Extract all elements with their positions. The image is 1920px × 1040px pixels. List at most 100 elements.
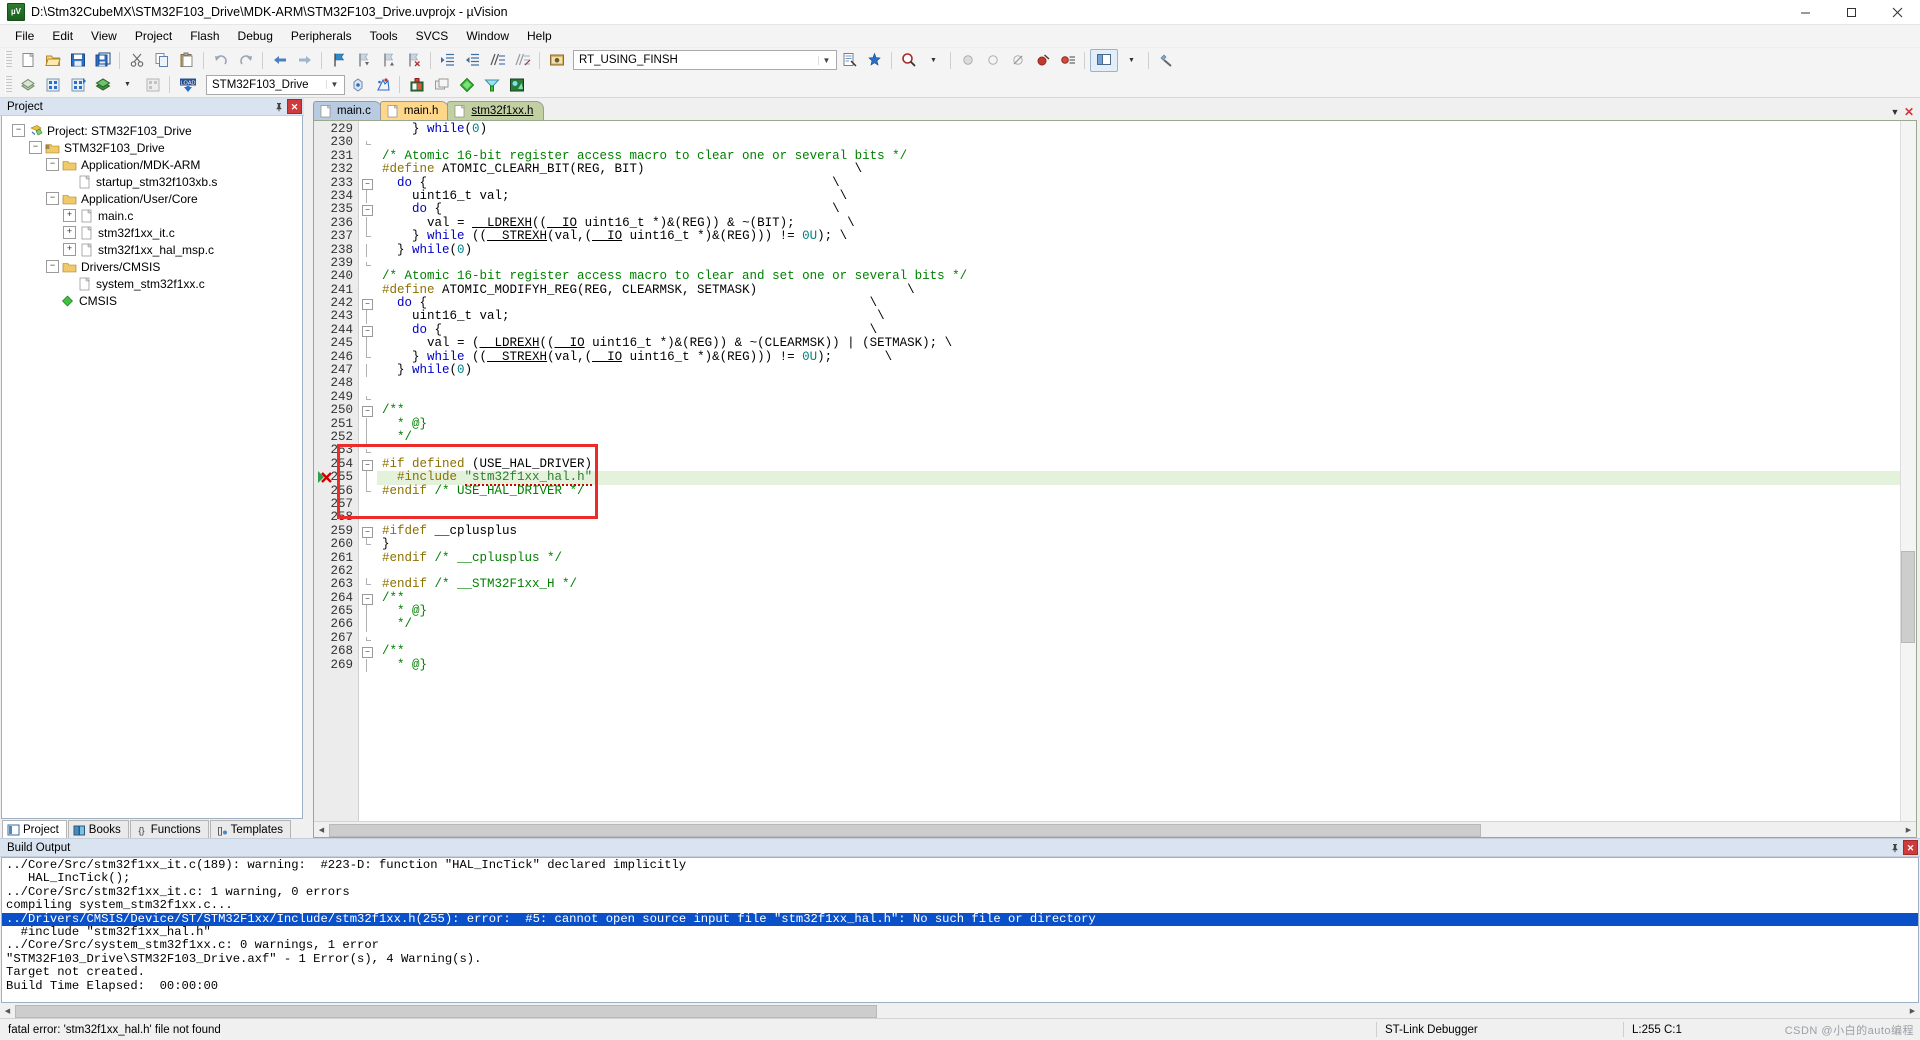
code-line[interactable]: /**: [377, 591, 1916, 605]
bookmark-prev-icon[interactable]: [352, 49, 375, 72]
editor-vertical-scrollbar[interactable]: [1900, 121, 1916, 821]
magnifier-dropdown-icon[interactable]: ▼: [922, 49, 945, 72]
translate-icon[interactable]: [16, 73, 39, 96]
target-options-icon[interactable]: [545, 49, 568, 72]
configure-flash-tools-icon[interactable]: [505, 73, 528, 96]
tab-project[interactable]: Project: [2, 820, 67, 838]
tree-node-file-hal-msp[interactable]: + stm32f1xx_hal_msp.c: [8, 241, 302, 258]
tree-node-file-system[interactable]: system_stm32f1xx.c: [8, 275, 302, 292]
code-line[interactable]: /**: [377, 645, 1916, 658]
tab-templates[interactable]: [] Templates: [209, 820, 292, 838]
build-output-text[interactable]: ../Core/Src/stm32f1xx_it.c(189): warning…: [1, 857, 1919, 1003]
tree-node-group-user-core[interactable]: − Application/User/Core: [8, 190, 302, 207]
uncomment-icon[interactable]: [511, 49, 534, 72]
editor-tab-main-h[interactable]: main.h: [379, 101, 450, 120]
scroll-left-icon[interactable]: ◀: [0, 1004, 15, 1017]
scroll-right-icon[interactable]: ▶: [1901, 823, 1916, 836]
code-line[interactable]: do { \: [377, 202, 1916, 216]
fold-marker[interactable]: −: [359, 645, 377, 659]
tab-books[interactable]: Books: [67, 820, 129, 838]
scrollbar-thumb[interactable]: [329, 824, 1481, 837]
build-output-line[interactable]: Build Time Elapsed: 00:00:00: [2, 979, 1918, 993]
menu-flash[interactable]: Flash: [181, 26, 228, 46]
code-line[interactable]: #endif /* __cplusplus */: [377, 551, 1916, 565]
window-layout-icon[interactable]: [1090, 48, 1118, 72]
project-combo[interactable]: STM32F103_Drive ▼: [206, 74, 345, 95]
menu-peripherals[interactable]: Peripherals: [282, 26, 361, 46]
build-output-horizontal-scrollbar[interactable]: ◀ ▶: [0, 1003, 1920, 1018]
fold-margin[interactable]: − − − − − − − − −: [359, 121, 377, 821]
code-line[interactable]: /* Atomic 16-bit register access macro t…: [377, 149, 1916, 163]
minimize-button[interactable]: [1782, 0, 1828, 24]
code-line[interactable]: [377, 511, 1916, 524]
menu-debug[interactable]: Debug: [229, 26, 282, 46]
editor-tab-list-icon[interactable]: ▼: [1888, 105, 1902, 119]
tree-node-file-it[interactable]: + stm32f1xx_it.c: [8, 224, 302, 241]
stop-build-icon[interactable]: [141, 73, 164, 96]
bookmark-clear-icon[interactable]: [402, 49, 425, 72]
fold-marker[interactable]: −: [359, 177, 377, 190]
breakpoint-grey2-icon[interactable]: [981, 49, 1004, 72]
maximize-button[interactable]: [1828, 0, 1874, 24]
tree-node-file-mainc[interactable]: + main.c: [8, 207, 302, 224]
scroll-left-icon[interactable]: ◀: [314, 823, 329, 836]
pin-icon[interactable]: [1888, 841, 1901, 854]
navigate-forward-icon[interactable]: [293, 49, 316, 72]
manage-project-items-icon[interactable]: [371, 73, 394, 96]
build-output-line[interactable]: "STM32F103_Drive\STM32F103_Drive.axf" - …: [2, 952, 1918, 966]
code-line[interactable]: * @}: [377, 604, 1916, 618]
toolbar-grip[interactable]: [5, 51, 12, 69]
rebuild-icon[interactable]: [66, 73, 89, 96]
code-line[interactable]: } while ((__STREXH(val,(__IO uint16_t *)…: [377, 229, 1916, 243]
copy-icon[interactable]: [150, 49, 173, 72]
scrollbar-thumb[interactable]: [1901, 551, 1915, 643]
menu-view[interactable]: View: [82, 26, 126, 46]
editor-tab-main-c[interactable]: main.c: [313, 101, 382, 120]
fold-marker[interactable]: −: [359, 592, 377, 605]
expander-icon[interactable]: −: [46, 260, 59, 273]
code-line[interactable]: #endif /* __STM32F1xx_H */: [377, 578, 1916, 591]
fold-marker[interactable]: −: [359, 525, 377, 538]
fold-marker[interactable]: −: [359, 297, 377, 311]
code-line[interactable]: do { \: [377, 296, 1916, 310]
redo-icon[interactable]: [234, 49, 257, 72]
code-line[interactable]: */: [377, 430, 1916, 444]
editor-horizontal-scrollbar[interactable]: ◀ ▶: [314, 821, 1916, 837]
menu-tools[interactable]: Tools: [361, 26, 407, 46]
tab-functions[interactable]: {} Functions: [129, 820, 209, 838]
scroll-track[interactable]: [15, 1004, 1905, 1018]
editor-tab-close-icon[interactable]: ✕: [1902, 105, 1916, 119]
code-line[interactable]: [377, 391, 1916, 404]
tree-node-project[interactable]: − Project: STM32F103_Drive: [8, 122, 302, 139]
target-options-icon-2[interactable]: [405, 73, 428, 96]
pack-installer-icon[interactable]: [480, 73, 503, 96]
build-output-line[interactable]: #include "stm32f1xx_hal.h": [2, 925, 1918, 939]
expander-icon[interactable]: −: [46, 192, 59, 205]
expander-icon[interactable]: +: [63, 243, 76, 256]
outdent-icon[interactable]: [461, 49, 484, 72]
paste-icon[interactable]: [175, 49, 198, 72]
build-output-line[interactable]: ../Core/Src/stm32f1xx_it.c(189): warning…: [2, 858, 1918, 872]
code-line[interactable]: [377, 632, 1916, 645]
scroll-track[interactable]: [329, 823, 1901, 837]
configuration-wizard-icon[interactable]: [1154, 49, 1177, 72]
build-output-line[interactable]: ../Core/Src/stm32f1xx_it.c: 1 warning, 0…: [2, 885, 1918, 899]
code-line[interactable]: do { \: [377, 176, 1916, 190]
layout-dropdown-icon[interactable]: ▼: [1120, 49, 1143, 72]
breakpoint-list-icon[interactable]: [1056, 49, 1079, 72]
batch-build-dropdown-icon[interactable]: ▼: [116, 73, 139, 96]
fold-marker[interactable]: −: [359, 324, 377, 337]
scrollbar-thumb[interactable]: [15, 1005, 877, 1018]
code-line[interactable]: } while ((__STREXH(val,(__IO uint16_t *)…: [377, 350, 1916, 364]
chevron-down-icon[interactable]: ▼: [818, 55, 834, 65]
tree-node-file-startup[interactable]: startup_stm32f103xb.s: [8, 173, 302, 190]
build-output-line[interactable]: ../Core/Src/system_stm32f1xx.c: 0 warnin…: [2, 938, 1918, 952]
menu-help[interactable]: Help: [518, 26, 561, 46]
pin-icon[interactable]: [272, 100, 285, 113]
build-output-line[interactable]: HAL_IncTick();: [2, 871, 1918, 885]
comment-icon[interactable]: [486, 49, 509, 72]
cut-icon[interactable]: [125, 49, 148, 72]
editor-tab-stm32f1xx-h[interactable]: stm32f1xx.h: [447, 101, 545, 120]
code-line[interactable]: #define ATOMIC_MODIFYH_REG(REG, CLEARMSK…: [377, 283, 1916, 297]
close-button[interactable]: [1874, 0, 1920, 24]
